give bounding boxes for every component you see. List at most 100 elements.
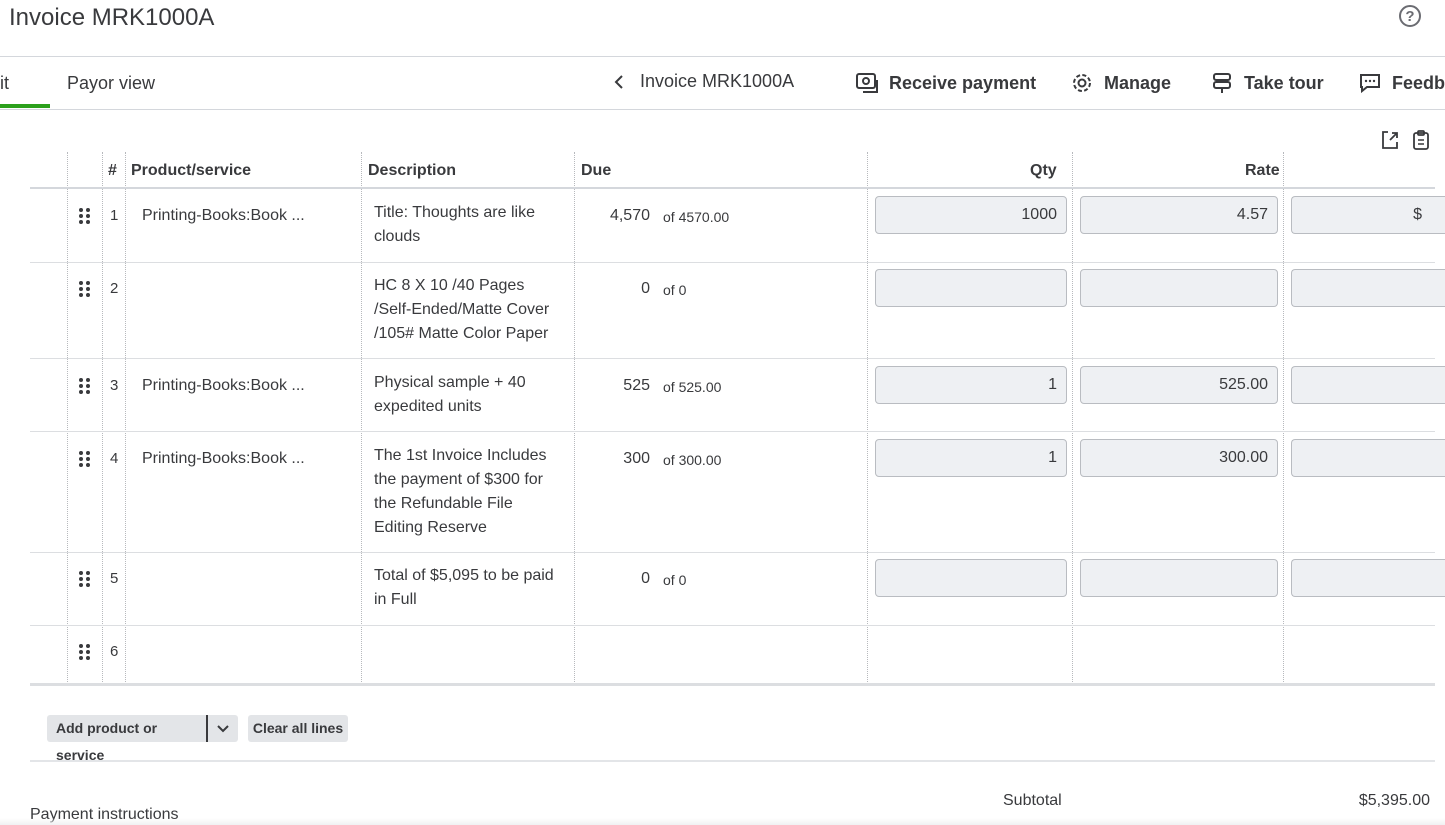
description-line: in Full — [374, 591, 417, 608]
bottom-fade — [0, 818, 1445, 825]
due-of-total: of 0 — [663, 282, 687, 298]
qty-input[interactable]: 1 — [875, 366, 1067, 404]
column-divider — [1072, 152, 1073, 684]
description-cell[interactable]: Total of $5,095 to be paid in Full — [374, 564, 569, 612]
description-line: /Self-Ended/Matte Cover — [374, 301, 550, 318]
header-qty: Qty — [1030, 162, 1057, 179]
drag-handle-icon[interactable] — [79, 208, 91, 224]
product-service-cell[interactable]: Printing-Books:Book ... — [142, 377, 305, 395]
header-description: Description — [368, 162, 457, 179]
qty-input[interactable]: 1 — [875, 439, 1067, 477]
qty-input[interactable] — [875, 559, 1067, 597]
chevron-left-icon — [612, 74, 626, 90]
row-number: 6 — [110, 643, 119, 660]
drag-handle-icon[interactable] — [79, 378, 91, 394]
chat-bubble-icon — [1358, 71, 1382, 95]
tab-bar: it Payor view Invoice MRK1000A Receive p… — [0, 57, 1445, 110]
description-line: /105# Matte Color Paper — [374, 325, 549, 342]
drag-handle-icon[interactable] — [79, 281, 91, 297]
table-row-divider — [30, 552, 1435, 553]
description-line: the payment of $300 for — [374, 471, 543, 488]
amount-input[interactable] — [1291, 269, 1445, 307]
receive-payment-button[interactable]: Receive payment — [855, 71, 1036, 95]
chevron-down-icon — [217, 715, 229, 751]
product-service-cell[interactable]: Printing-Books:Book ... — [142, 450, 305, 468]
header-number: # — [108, 162, 117, 179]
line-items-table: # Product/service Description Due Qty Ra… — [30, 152, 1445, 686]
rate-input[interactable] — [1080, 269, 1278, 307]
description-cell[interactable]: HC 8 X 10 /40 Pages /Self-Ended/Matte Co… — [374, 274, 569, 346]
gear-icon — [1070, 71, 1094, 95]
due-amount: 300 — [623, 450, 650, 467]
due-of-total: of 0 — [663, 572, 687, 588]
due-amount: 4,570 — [609, 207, 650, 224]
tab-edit[interactable]: it — [0, 73, 9, 94]
description-line: Total of $5,095 to be paid — [374, 567, 554, 584]
description-line: The 1st Invoice Includes — [374, 447, 547, 464]
description-cell[interactable]: Title: Thoughts are like clouds — [374, 201, 569, 249]
rate-input[interactable]: 300.00 — [1080, 439, 1278, 477]
table-row-divider — [30, 431, 1435, 432]
header-product-service: Product/service — [131, 162, 252, 179]
column-divider — [1283, 152, 1284, 684]
table-row-divider — [30, 625, 1435, 626]
column-divider — [361, 152, 362, 684]
qty-input[interactable]: 1000 — [875, 196, 1067, 234]
column-divider — [574, 152, 575, 684]
manage-button[interactable]: Manage — [1070, 71, 1171, 95]
drag-handle-icon[interactable] — [79, 451, 91, 467]
drag-handle-icon[interactable] — [79, 644, 91, 660]
row-number: 4 — [110, 450, 119, 467]
table-row-divider — [30, 358, 1435, 359]
subtotal-label: Subtotal — [1003, 792, 1062, 809]
row-number: 1 — [110, 207, 119, 224]
clear-all-lines-button[interactable]: Clear all lines — [248, 715, 348, 742]
rate-input[interactable] — [1080, 559, 1278, 597]
header-due: Due — [581, 162, 612, 179]
description-line: HC 8 X 10 /40 Pages — [374, 277, 525, 294]
signpost-icon — [1210, 71, 1234, 95]
drag-handle-icon[interactable] — [79, 571, 91, 587]
receive-payment-icon — [855, 71, 879, 95]
column-divider — [67, 152, 68, 684]
feedback-label: Feedb — [1392, 72, 1445, 93]
rate-input[interactable]: 525.00 — [1080, 366, 1278, 404]
invoice-nav-label: Invoice MRK1000A — [640, 71, 795, 91]
feedback-button[interactable]: Feedb — [1358, 71, 1445, 95]
product-service-cell[interactable]: Printing-Books:Book ... — [142, 207, 305, 225]
row-number: 3 — [110, 377, 119, 394]
amount-input[interactable]: $ — [1291, 196, 1445, 234]
amount-input[interactable] — [1291, 366, 1445, 404]
invoice-nav[interactable]: Invoice MRK1000A — [612, 71, 794, 92]
subtotal-value: $5,395.00 — [1358, 792, 1430, 809]
due-of-total: of 525.00 — [663, 379, 722, 395]
take-tour-button[interactable]: Take tour — [1210, 71, 1324, 95]
tab-payor-view[interactable]: Payor view — [67, 73, 155, 94]
table-row-divider — [30, 262, 1435, 263]
row-number: 2 — [110, 280, 119, 297]
export-icon[interactable] — [1379, 129, 1401, 151]
description-line: Physical sample + 40 — [374, 374, 526, 391]
description-cell[interactable]: The 1st Invoice Includes the payment of … — [374, 444, 569, 540]
add-product-dropdown[interactable] — [208, 715, 238, 742]
help-icon[interactable]: ? — [1399, 5, 1421, 27]
manage-label: Manage — [1104, 72, 1172, 93]
add-product-button[interactable]: Add product or service — [47, 715, 207, 763]
add-product-label: Add product or service — [56, 720, 158, 763]
due-amount: 0 — [641, 570, 650, 587]
column-divider — [867, 152, 868, 684]
due-amount: 525 — [623, 377, 650, 394]
row-number: 5 — [110, 570, 119, 587]
due-of-total: of 4570.00 — [663, 209, 730, 225]
description-line: Title: Thoughts are like — [374, 204, 535, 221]
description-cell[interactable]: Physical sample + 40 expedited units — [374, 371, 569, 419]
description-line: Editing Reserve — [374, 519, 487, 536]
rate-input[interactable]: 4.57 — [1080, 196, 1278, 234]
clipboard-icon[interactable] — [1411, 129, 1433, 151]
due-of-total: of 300.00 — [663, 452, 722, 468]
table-header-rule — [30, 187, 1435, 189]
qty-input[interactable] — [875, 269, 1067, 307]
column-divider — [125, 152, 126, 684]
amount-input[interactable] — [1291, 559, 1445, 597]
amount-input[interactable] — [1291, 439, 1445, 477]
